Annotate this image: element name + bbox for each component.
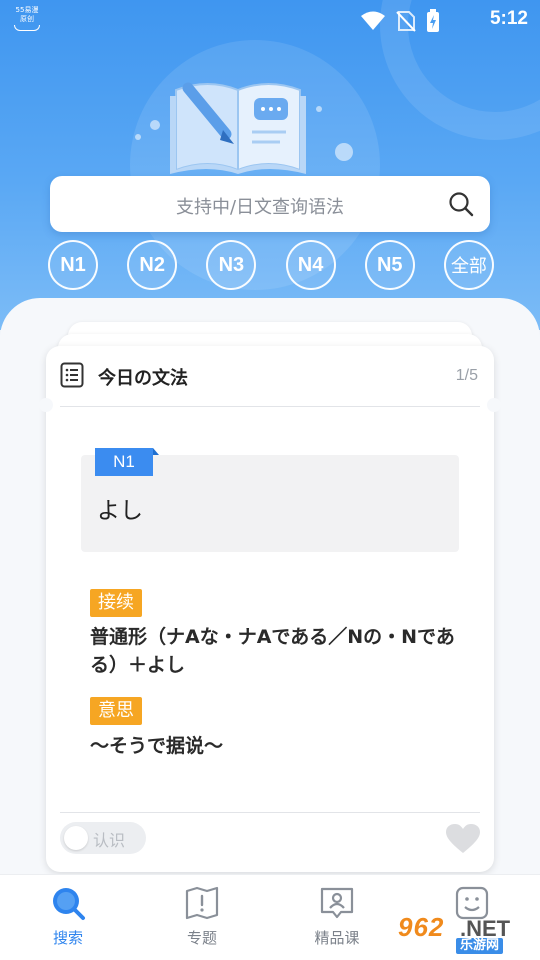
decor-dot bbox=[135, 134, 141, 140]
nav-label: 专题 bbox=[186, 929, 217, 947]
book-illustration bbox=[170, 82, 306, 174]
nav-label: 搜索 bbox=[52, 929, 83, 947]
know-toggle[interactable]: 认识 bbox=[60, 822, 146, 854]
search-placeholder: 支持中/日文查询语法 bbox=[175, 197, 345, 218]
status-time: 5:12 bbox=[489, 8, 528, 29]
meaning-chip: 意思 bbox=[90, 697, 142, 725]
footer-divider bbox=[60, 812, 480, 813]
decor-dot bbox=[316, 106, 322, 112]
course-icon bbox=[320, 887, 354, 919]
map-icon bbox=[185, 886, 219, 920]
watermark-site-name: 乐游网 bbox=[456, 938, 504, 954]
battery-icon bbox=[427, 9, 439, 32]
toggle-knob bbox=[64, 826, 88, 850]
grammar-word: よし bbox=[97, 498, 143, 524]
search-icon bbox=[53, 888, 85, 920]
logo-text: 55易漫 bbox=[15, 6, 39, 14]
card-header: 今日の文法 1/5 bbox=[46, 346, 494, 406]
app-badge-logo: 55易漫 原创 bbox=[10, 6, 44, 32]
know-label: 认识 bbox=[93, 831, 126, 850]
level-tag: N1 bbox=[95, 448, 159, 476]
level-filter: N1 N2 N3 N4 N5 全部 bbox=[48, 240, 494, 290]
decor-dot bbox=[150, 120, 160, 130]
level-n2-button[interactable]: N2 bbox=[127, 240, 178, 290]
logo-subtext: 原创 bbox=[20, 15, 34, 23]
header-divider bbox=[60, 406, 480, 407]
card-title: 今日の文法 bbox=[98, 368, 188, 389]
connection-text: 普通形（ナAな・ナAである／Nの・Nである）＋よし bbox=[90, 626, 455, 676]
nav-label: 精品课 bbox=[314, 929, 360, 947]
nav-search[interactable]: 搜索 bbox=[18, 885, 118, 955]
connection-chip: 接续 bbox=[90, 589, 142, 617]
decor-dot bbox=[335, 143, 353, 161]
status-bar: 55易漫 原创 5:12 bbox=[0, 0, 540, 38]
level-n5-button[interactable]: N5 bbox=[364, 240, 415, 290]
card-pagination: 1/5 bbox=[455, 367, 478, 384]
watermark-number: 962 bbox=[398, 912, 445, 942]
level-all-button[interactable]: 全部 bbox=[443, 240, 494, 290]
list-icon bbox=[60, 362, 84, 388]
level-n3-button[interactable]: N3 bbox=[206, 240, 257, 290]
search-box[interactable]: 支持中/日文查询语法 bbox=[50, 176, 490, 232]
meaning-text: ～そうで据说～ bbox=[90, 735, 224, 757]
search-icon[interactable] bbox=[448, 191, 474, 217]
level-n1-button[interactable]: N1 bbox=[48, 240, 98, 290]
grammar-word-box: N1 よし bbox=[81, 448, 459, 552]
site-watermark: 962 .NET 乐游网 bbox=[396, 912, 534, 956]
wifi-icon bbox=[361, 11, 385, 30]
level-n4-button[interactable]: N4 bbox=[285, 240, 336, 290]
heart-icon[interactable] bbox=[446, 824, 480, 854]
nav-courses[interactable]: 精品课 bbox=[287, 885, 387, 955]
nav-topics[interactable]: 专题 bbox=[152, 885, 252, 955]
grammar-card[interactable]: 今日の文法 1/5 N1 よし 接续 普通形（ナAな・ナAである／Nの・Nである… bbox=[39, 346, 501, 872]
no-sim-icon bbox=[396, 11, 416, 32]
hero-banner: 55易漫 原创 5:12 支持中/日文查询语法 N1 N2 N3 N4 N5 全… bbox=[0, 0, 540, 330]
